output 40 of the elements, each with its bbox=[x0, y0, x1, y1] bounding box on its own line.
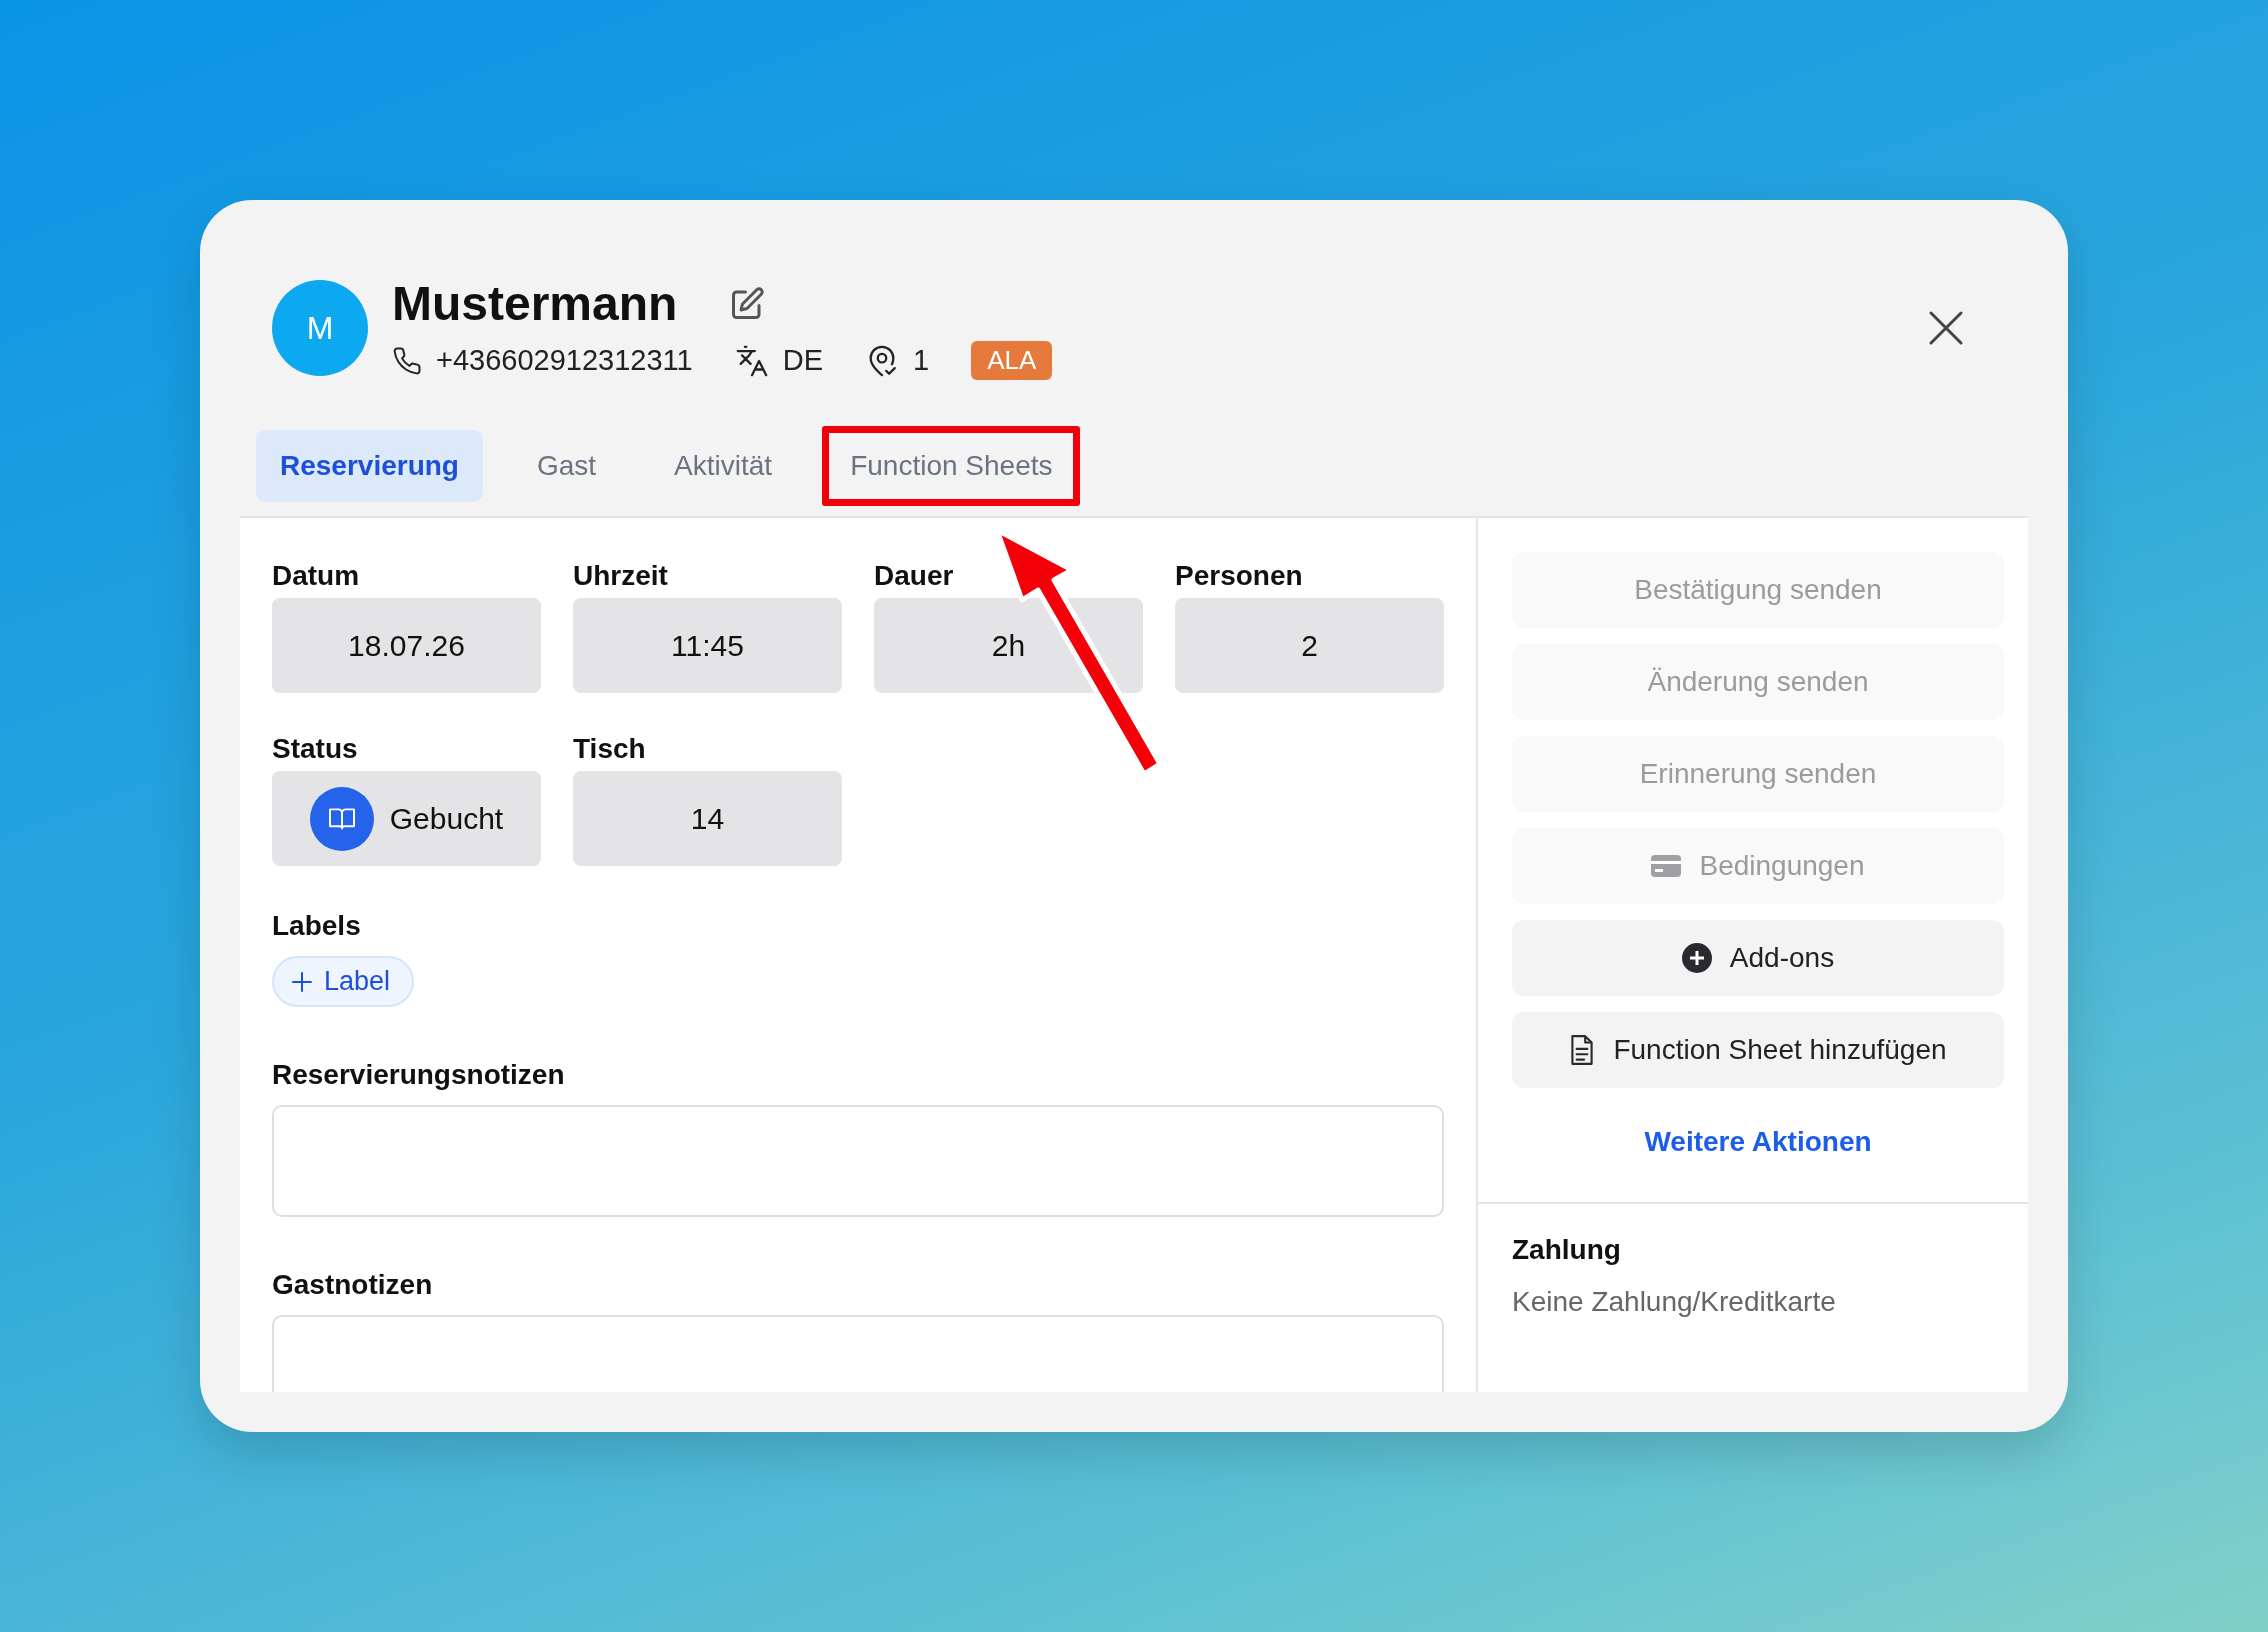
action-button[interactable]: Function Sheet hinzufügen bbox=[1512, 1012, 2004, 1088]
field-label: Personen bbox=[1175, 560, 1304, 592]
notes-field[interactable] bbox=[272, 1105, 1444, 1217]
tab[interactable]: Reservierung bbox=[256, 430, 483, 502]
tab[interactable]: Gast bbox=[512, 430, 621, 502]
document-icon bbox=[1569, 1034, 1596, 1066]
status-field[interactable]: Gebucht bbox=[272, 771, 541, 866]
plus-icon bbox=[290, 969, 314, 994]
language-code: DE bbox=[782, 344, 823, 377]
value-field[interactable]: 18.07.26 bbox=[272, 598, 541, 693]
field-label: Status bbox=[272, 733, 359, 765]
phone-number: +436602912312311 bbox=[436, 344, 693, 377]
field-label: Datum bbox=[272, 560, 361, 592]
section-label: Labels bbox=[272, 910, 362, 942]
section-label: Reservierungsnotizen bbox=[272, 1059, 566, 1091]
action-button[interactable]: Add-ons bbox=[1512, 920, 2004, 996]
guest-name: Mustermann bbox=[392, 276, 678, 331]
status-text: Gebucht bbox=[389, 801, 504, 836]
tab[interactable]: Aktivität bbox=[650, 430, 797, 502]
add-label-button[interactable]: Label bbox=[272, 956, 415, 1007]
more-actions-link[interactable]: Weitere Aktionen bbox=[1644, 1126, 1872, 1158]
value-field[interactable]: 2 bbox=[1175, 598, 1444, 693]
payment-text: Keine Zahlung/Kreditkarte bbox=[1512, 1286, 1837, 1318]
field-label: Dauer bbox=[874, 560, 955, 592]
card-icon bbox=[1651, 855, 1682, 877]
visit-count: 1 bbox=[913, 344, 930, 377]
value-field[interactable]: 2h bbox=[874, 598, 1143, 693]
avatar: M bbox=[272, 280, 368, 376]
field-label: Uhrzeit bbox=[573, 560, 669, 592]
plus-circle-icon bbox=[1681, 943, 1712, 973]
value-field[interactable]: 14 bbox=[573, 771, 842, 866]
field-label: Tisch bbox=[573, 733, 647, 765]
section-label: Gastnotizen bbox=[272, 1269, 434, 1301]
tab[interactable]: Function Sheets bbox=[826, 430, 1077, 502]
payment-title: Zahlung bbox=[1512, 1234, 1622, 1266]
value-field[interactable]: 11:45 bbox=[573, 598, 842, 693]
translate-icon bbox=[734, 343, 769, 378]
phone-icon bbox=[392, 345, 422, 376]
guest-tag: ALA bbox=[971, 341, 1053, 380]
edit-icon[interactable] bbox=[729, 285, 766, 322]
